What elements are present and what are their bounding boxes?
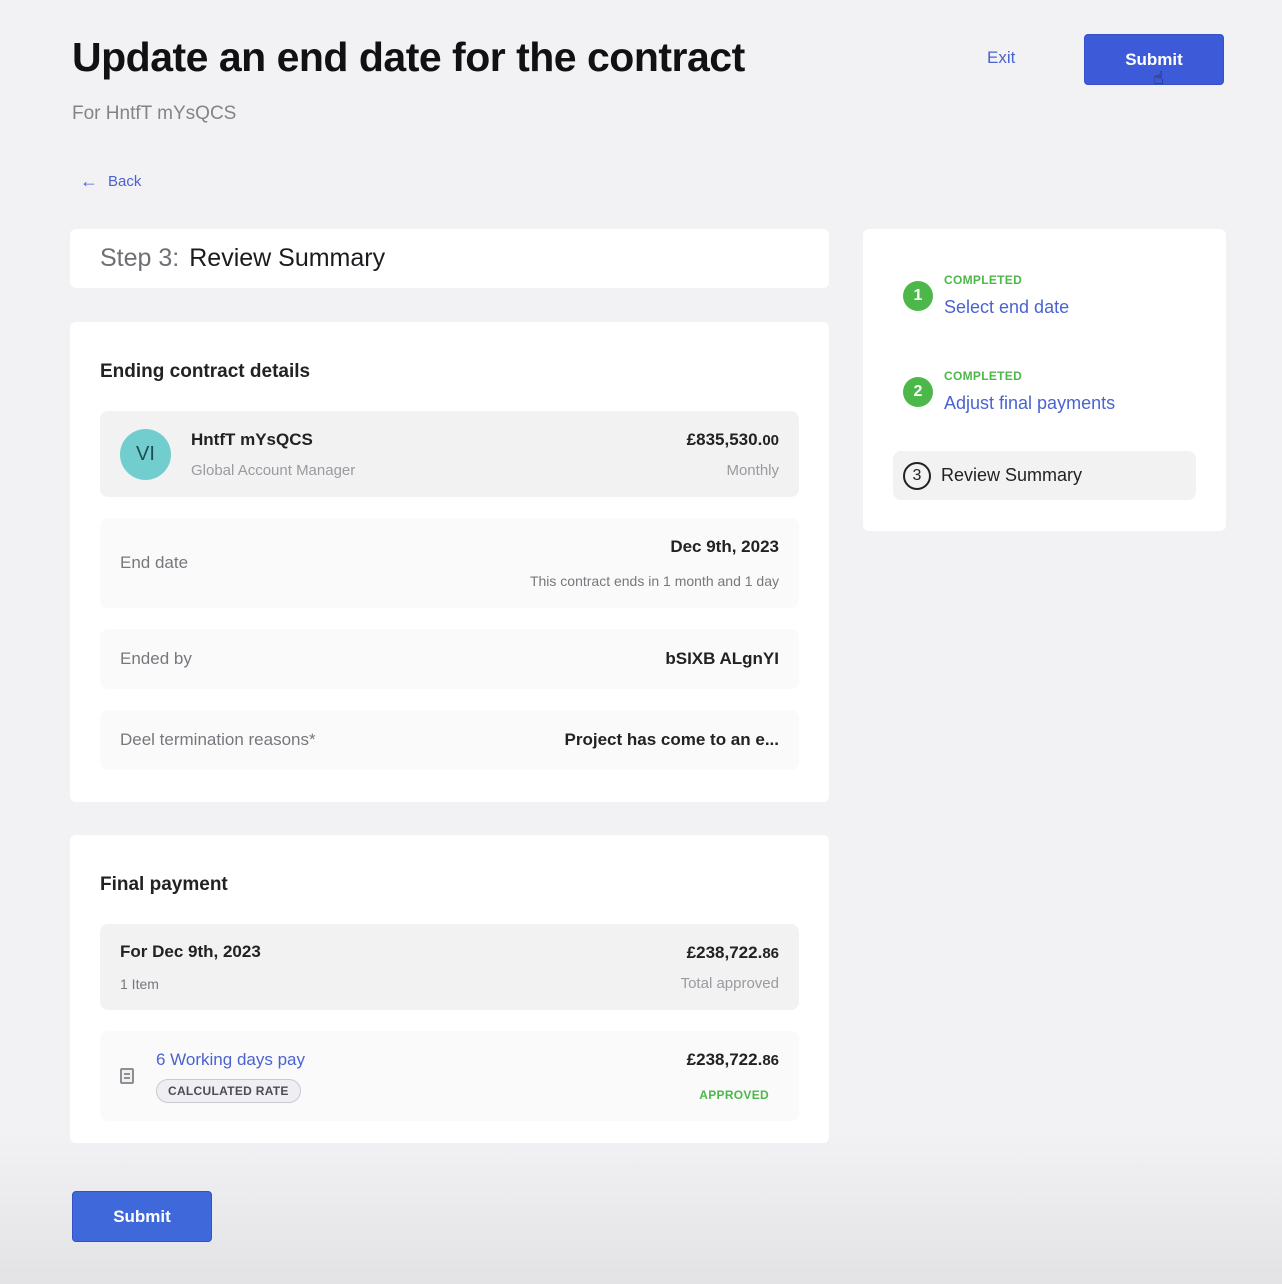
amount-cents: 00 [762,431,779,449]
end-date-hint: This contract ends in 1 month and 1 day [529,573,779,589]
end-date-row: End date Dec 9th, 2023 This contract end… [100,518,799,608]
step-name: Review Summary [189,244,386,272]
payment-summary-row: For Dec 9th, 2023 1 Item £238,722.86 Tot… [100,924,799,1010]
stepper-step-2[interactable]: 2 COMPLETED Adjust final payments [903,369,1115,414]
submit-button-bottom[interactable]: Submit [72,1191,212,1242]
back-label: Back [108,173,142,190]
amount-main: £238,722. [686,1050,763,1069]
step-number: Step 3: [100,244,180,272]
pay-frequency: Monthly [726,461,779,479]
payment-item: 6 Working days pay CALCULATED RATE £238,… [100,1031,799,1121]
step-2-link[interactable]: Adjust final payments [944,393,1115,414]
step-3-circle: 3 [903,461,931,490]
amount-main: £835,530. [686,429,763,449]
person-name: HntfT mYsQCS [191,429,313,449]
document-icon [120,1068,134,1084]
page-subtitle: For HntfT mYsQCS [72,103,237,124]
step-3-label: Review Summary [941,465,1083,485]
section-title: Ending contract details [100,361,311,382]
ending-contract-details-card: Ending contract details VI HntfT mYsQCS … [70,322,829,802]
amount-cents: 86 [762,1052,779,1069]
section-title: Final payment [100,874,228,895]
total-label: Total approved [680,974,779,992]
final-payment-card: Final payment For Dec 9th, 2023 1 Item £… [70,835,829,1143]
person-role: Global Account Manager [191,461,356,479]
stepper-step-3-current: 3 Review Summary [893,451,1196,500]
person-row: VI HntfT mYsQCS Global Account Manager £… [100,411,799,497]
page-title: Update an end date for the contract [72,34,745,80]
hand-cursor-icon: ☝ [1153,68,1164,88]
back-link[interactable]: ← Back [80,171,141,192]
progress-stepper: 1 COMPLETED Select end date 2 COMPLETED … [863,229,1226,531]
avatar: VI [120,428,171,480]
item-count: 1 Item [120,976,159,992]
step-1-status: COMPLETED [944,273,1023,287]
step-2-status: COMPLETED [944,369,1023,383]
contract-amount: £835,530.00 [687,430,779,450]
termination-reason-value: Project has come to an e... [564,730,779,749]
amount-cents: 86 [762,944,779,962]
ended-by-row: Ended by bSIXB ALgnYI [100,629,799,689]
ended-by-value: bSIXB ALgnYI [665,649,779,668]
calculated-rate-badge: CALCULATED RATE [156,1078,301,1103]
item-amount: £238,722.86 [687,1050,779,1070]
stepper-step-1[interactable]: 1 COMPLETED Select end date [903,273,1069,318]
end-date-label: End date [120,553,189,572]
amount-main: £238,722. [686,942,763,962]
ended-by-label: Ended by [120,649,192,668]
total-amount: £238,722.86 [681,943,779,963]
exit-link[interactable]: Exit [987,48,1015,68]
step-2-circle: 2 [903,377,933,407]
payment-item-link[interactable]: 6 Working days pay [156,1050,305,1070]
termination-reason-label: Deel termination reasons* [120,730,316,749]
end-date-value: Dec 9th, 2023 [670,537,779,556]
step-1-link[interactable]: Select end date [944,297,1069,318]
payment-date: For Dec 9th, 2023 [120,942,261,961]
arrow-left-icon: ← [80,171,98,191]
termination-reason-row: Deel termination reasons* Project has co… [100,710,799,770]
status-badge: APPROVED [699,1088,769,1102]
step-1-circle: 1 [903,281,933,311]
step-header: Step 3: Review Summary [70,229,829,288]
